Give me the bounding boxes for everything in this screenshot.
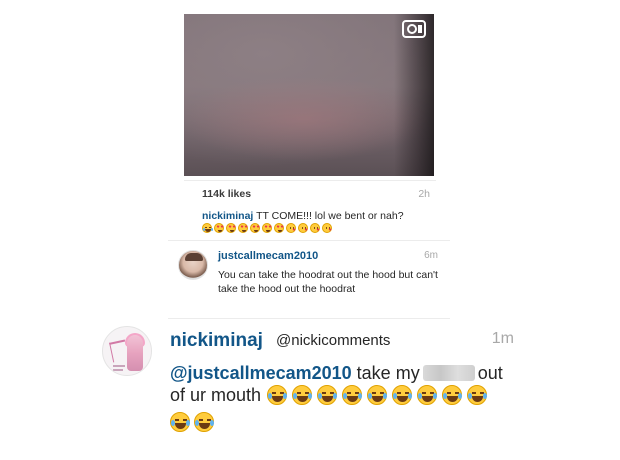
post-caption: nickiminaj TT COME!!! lol we bent or nah… [202,210,442,223]
laugh-cry-emoji-icon [367,385,388,405]
censor-blur [422,365,475,381]
avatar-text-line [113,369,123,371]
caption-text: TT COME!!! lol we bent or nah? [253,210,404,222]
heart-eyes-emoji-icon: ♥ ♥ [238,223,248,233]
avatar[interactable] [102,326,152,376]
likes-count[interactable]: 114k likes [202,188,251,200]
post-timestamp: 2h [418,188,430,200]
laugh-cry-emoji-icon [170,412,190,432]
heart-eyes-emoji-icon: ♥ ♥ [274,223,284,233]
comment-timestamp: 1m [491,330,514,347]
heart-eyes-emoji-icon: ♥ ♥ [262,223,272,233]
comment-username[interactable]: justcallmecam2010 [218,250,318,262]
laugh-cry-emoji-icon [292,385,313,405]
avatar-text-line [113,365,125,367]
comment-username[interactable]: nickiminaj [170,330,263,352]
kiss-emoji-icon: ♥ [286,223,296,233]
comment-text-line2: of ur mouth [170,384,488,406]
reply-mention[interactable]: @justcallmecam2010 [170,363,352,383]
kiss-emoji-icon: ♥ [310,223,320,233]
comment-text-before: take my [351,363,420,383]
divider [168,240,450,241]
comment-text: You can take the hoodrat out the hood bu… [218,269,438,295]
laugh-cry-emoji-icon [194,412,214,432]
comment-text-line2-words: of ur mouth [170,385,262,405]
comment-timestamp: 6m [424,250,438,261]
divider [184,180,436,181]
caption-username[interactable]: nickiminaj [202,210,253,222]
caption-emoji-row: ♥ ♥ ♥ ♥ ♥ ♥ ♥ ♥ ♥ ♥ ♥ ♥ ♥ ♥ ♥ ♥ [202,223,332,235]
comment-text-after: out [477,363,503,383]
laugh-cry-emoji-icon [392,385,413,405]
laugh-cry-emoji-icon [317,385,338,405]
video-shadow [394,14,434,176]
avatar[interactable] [178,250,208,280]
heart-eyes-emoji-icon: ♥ ♥ [226,223,236,233]
laugh-cry-emoji-icon [467,385,488,405]
comment-nickiminaj-reply: nickiminaj @nickicomments 1m @justcallme… [96,322,524,440]
laugh-cry-emoji-icon [202,223,213,233]
video-thumbnail[interactable] [184,14,434,176]
heart-eyes-emoji-icon: ♥ ♥ [250,223,260,233]
divider [168,318,450,319]
heart-eyes-emoji-icon: ♥ ♥ [214,223,224,233]
video-camera-icon [402,20,426,38]
laugh-cry-emoji-icon [417,385,438,405]
comment-justcallmecam: justcallmecam2010 6m You can take the ho… [168,242,450,318]
laugh-cry-emoji-icon [442,385,463,405]
comment-text-line1: @justcallmecam2010 take my out [170,362,520,384]
kiss-emoji-icon: ♥ [322,223,332,233]
kiss-emoji-icon: ♥ [298,223,308,233]
laugh-cry-emoji-icon [342,385,363,405]
comment-emoji-row [267,385,488,405]
laugh-cry-emoji-icon [267,385,288,405]
avatar-hair [185,253,203,261]
avatar-figure [127,335,143,371]
comment-mention[interactable]: @nickicomments [276,332,390,349]
comment-emoji-row-2 [170,412,214,432]
